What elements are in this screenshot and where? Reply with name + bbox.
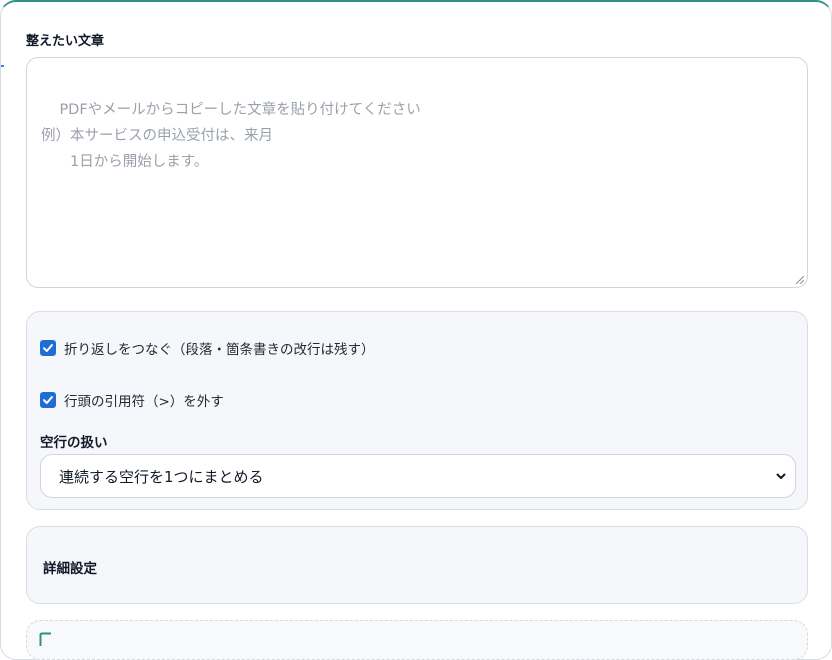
bracket-corner-icon [39,632,51,646]
strip-quotes-label: 行頭の引用符（>）を外す [64,394,224,410]
textarea-placeholder: PDFやメールからコピーした文章を貼り付けてください 例）本サービスの申込受付は… [41,102,421,170]
join-lines-option[interactable]: 折り返しをつなぐ（段落・箇条書きの改行は残す） [40,338,375,358]
strip-quotes-option[interactable]: 行頭の引用符（>）を外す [40,390,224,410]
strip-quotes-checkbox[interactable] [40,392,56,408]
join-lines-label: 折り返しをつなぐ（段落・箇条書きの改行は残す） [64,342,375,358]
checkmark-icon [43,344,53,352]
options-panel: 折り返しをつなぐ（段落・箇条書きの改行は残す） 行頭の引用符（>）を外す 空行の… [26,311,808,510]
blank-lines-selected-value: 連続する空行を1つにまとめる [59,467,264,486]
text-field-label: 整えたい文章 [26,34,105,49]
checkmark-icon [43,396,53,404]
bottom-panel [26,620,808,660]
edge-marker [1,65,4,67]
blank-lines-select[interactable]: 連続する空行を1つにまとめる [40,454,796,498]
advanced-settings-toggle[interactable]: 詳細設定 [26,526,808,604]
resize-grip-icon[interactable] [795,275,804,284]
blank-lines-label: 空行の扱い [40,435,108,451]
chevron-down-icon [776,473,786,479]
join-lines-checkbox[interactable] [40,340,56,356]
formatter-card: 整えたい文章 PDFやメールからコピーした文章を貼り付けてください 例）本サービ… [0,0,832,660]
source-text-area[interactable]: PDFやメールからコピーした文章を貼り付けてください 例）本サービスの申込受付は… [26,57,808,288]
advanced-settings-title: 詳細設定 [43,561,97,577]
